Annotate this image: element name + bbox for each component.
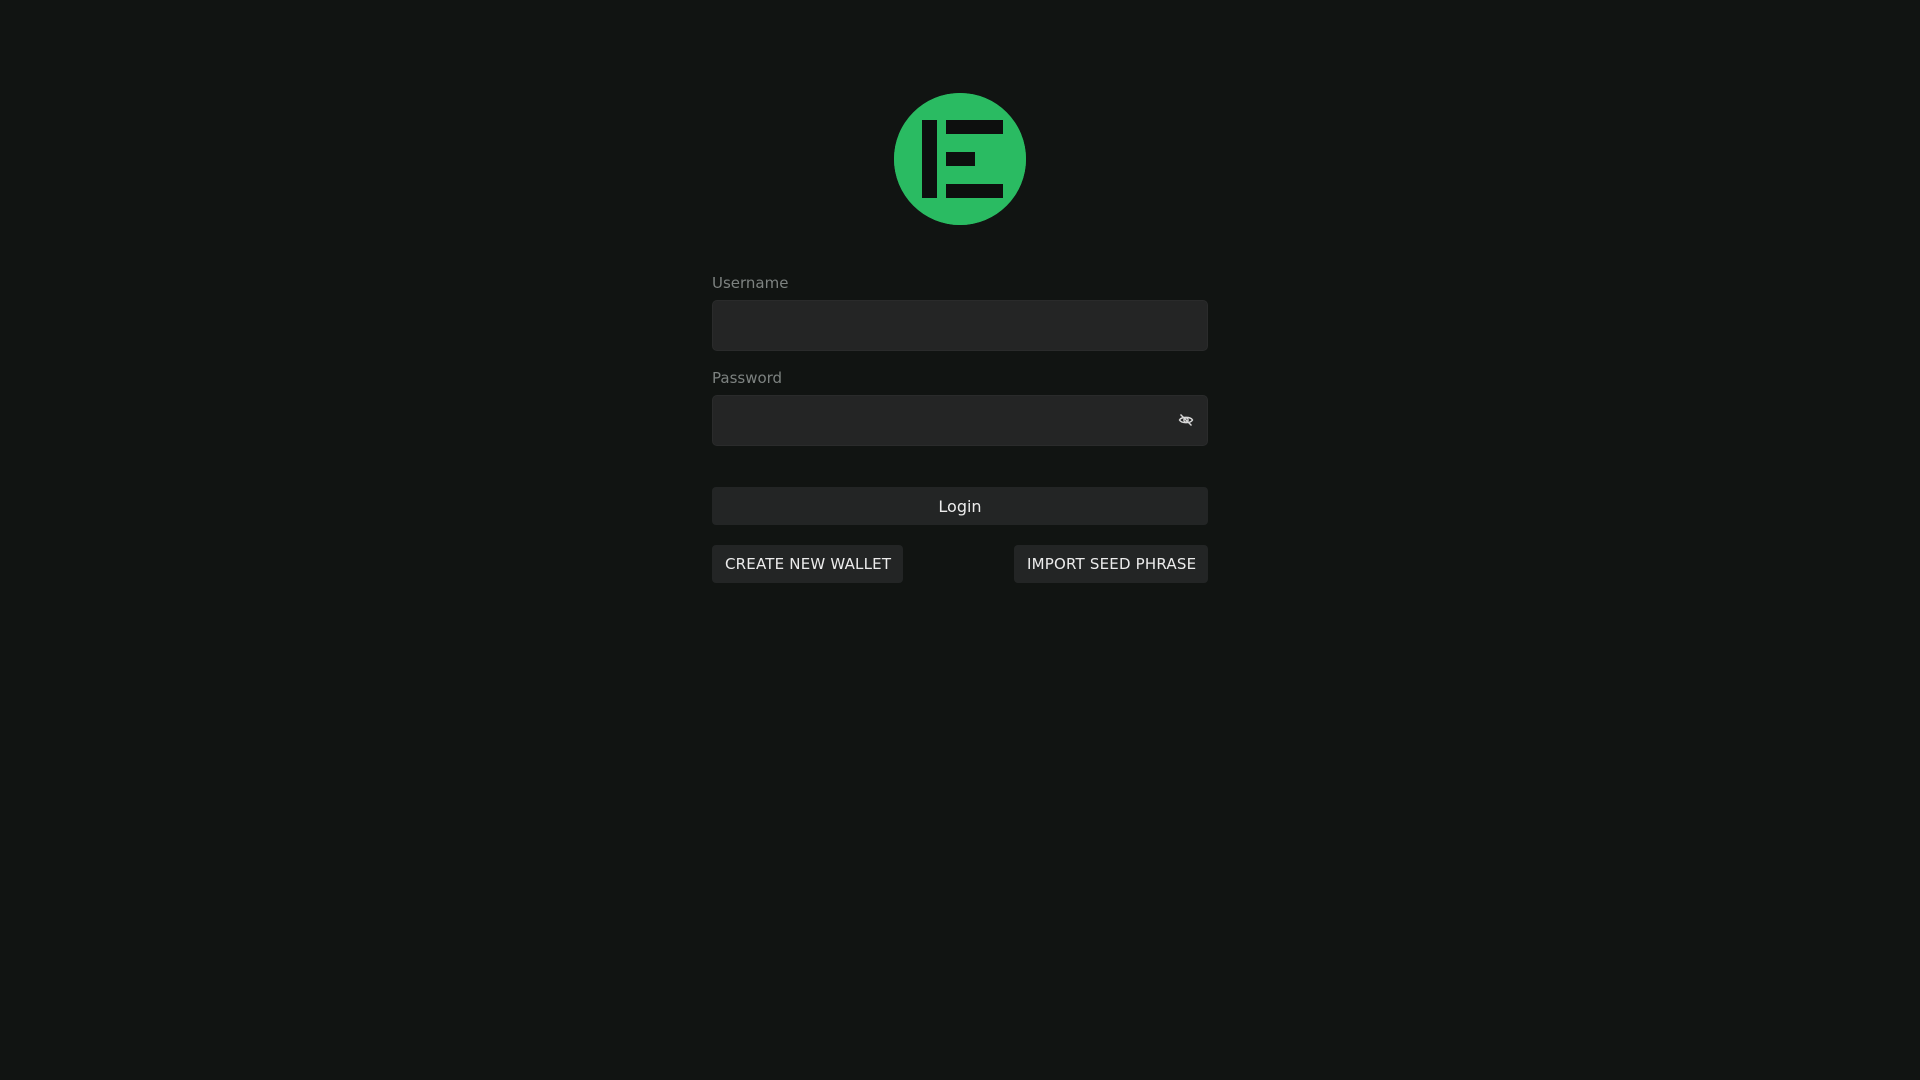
username-label: Username (712, 274, 789, 292)
login-form: Username Password Login CREATE NEW WALLE… (712, 272, 1208, 583)
login-button[interactable]: Login (712, 487, 1208, 525)
username-input[interactable] (712, 300, 1208, 351)
create-new-wallet-button[interactable]: CREATE NEW WALLET (712, 545, 903, 583)
login-page: Username Password Login CREATE NEW WALLE… (0, 0, 1920, 1080)
secondary-actions: CREATE NEW WALLET IMPORT SEED PHRASE (712, 545, 1208, 583)
password-input[interactable] (712, 395, 1208, 446)
app-logo (894, 93, 1026, 225)
username-group: Username (712, 272, 1208, 351)
password-label: Password (712, 369, 783, 387)
password-input-wrapper (712, 395, 1208, 446)
username-input-wrapper (712, 300, 1208, 351)
password-group: Password (712, 367, 1208, 446)
eye-off-icon[interactable] (1178, 412, 1194, 428)
e-logo-icon (894, 93, 1026, 225)
import-seed-phrase-button[interactable]: IMPORT SEED PHRASE (1014, 545, 1208, 583)
